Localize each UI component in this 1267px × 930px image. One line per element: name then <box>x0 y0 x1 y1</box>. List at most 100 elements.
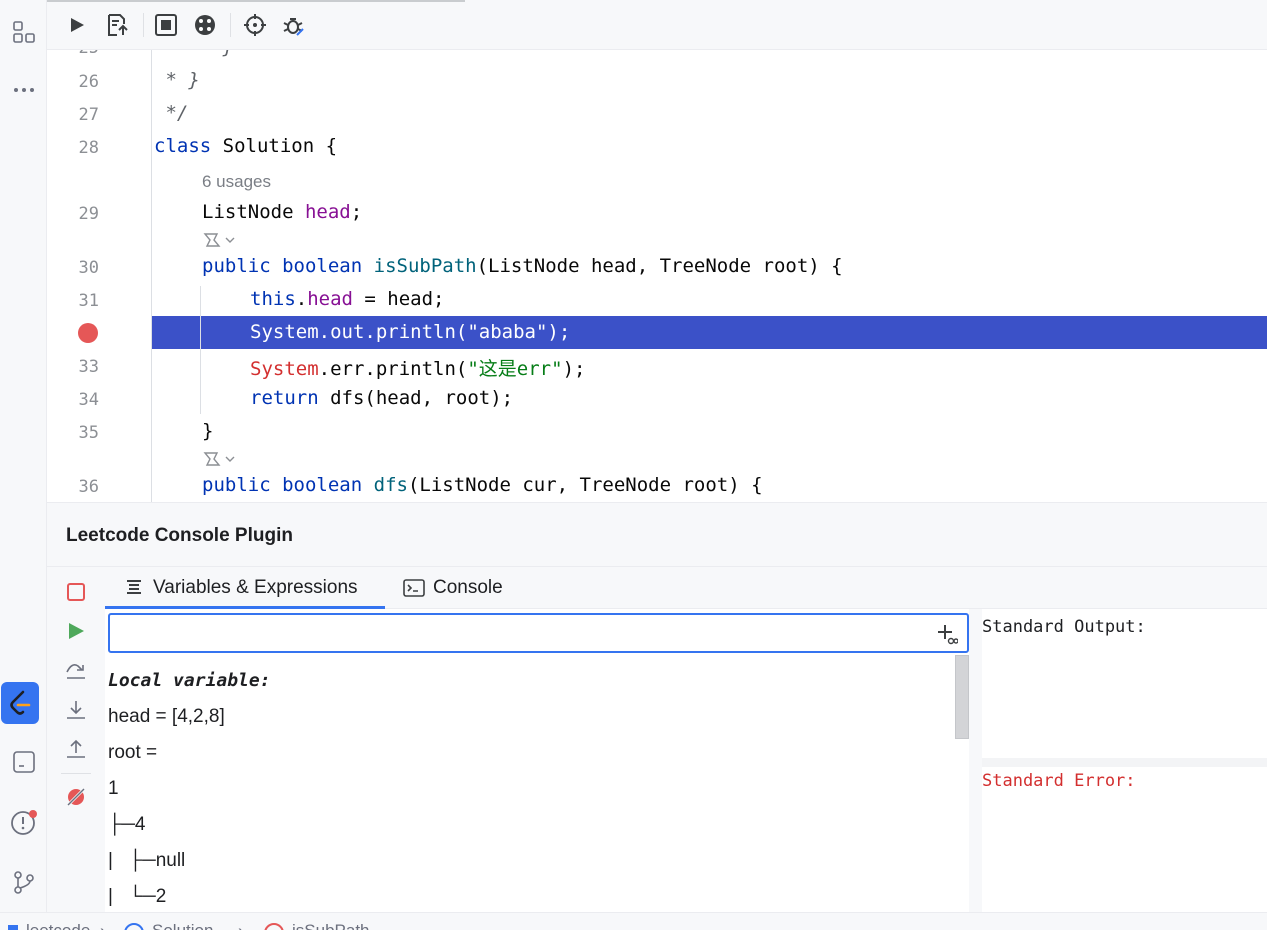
add-watch-icon[interactable] <box>935 622 959 646</box>
git-icon[interactable] <box>0 862 47 902</box>
field-name: head <box>307 288 353 310</box>
line-number: 29 <box>78 204 99 224</box>
breadcrumb-separator: › <box>100 921 106 930</box>
locate-icon[interactable] <box>241 11 269 39</box>
debug-icon[interactable] <box>279 11 307 39</box>
standard-error-area[interactable]: Standard Error: <box>982 767 1267 913</box>
stop-debug-icon[interactable] <box>61 577 91 607</box>
keyword: public <box>202 474 271 496</box>
usages-hint[interactable]: 6 usages <box>202 172 271 192</box>
status-bar-breadcrumbs: leetcode › Solution › isSubPath <box>0 912 1267 930</box>
console-icon <box>403 579 425 597</box>
code-line-31: this.head = head; <box>250 288 445 310</box>
variables-icon <box>127 580 141 594</box>
standard-error-label: Standard Error: <box>982 771 1136 791</box>
toolbar-accent-line <box>47 0 465 2</box>
tab-console[interactable]: Console <box>403 567 533 609</box>
tab-variables-expressions[interactable]: Variables & Expressions <box>105 567 385 609</box>
standard-output-label: Standard Output: <box>982 617 1146 637</box>
line-number: 27 <box>78 105 99 125</box>
indent-guide <box>200 286 201 414</box>
variable-line: root = <box>108 742 158 763</box>
field-name: head <box>304 201 351 223</box>
method-name: isSubPath <box>373 255 477 277</box>
code-line-26: * } <box>154 69 200 91</box>
variables-list[interactable]: Local variable: head = [4,2,8] root = 1 … <box>108 655 958 913</box>
project-structure-icon[interactable] <box>0 12 47 52</box>
class-icon <box>124 923 144 930</box>
side-separator <box>61 773 91 774</box>
code-line-25: * } <box>154 50 234 58</box>
keyword: boolean <box>282 474 363 496</box>
submit-icon[interactable] <box>103 11 131 39</box>
code-text: .err.println( <box>318 358 468 380</box>
code-text: ); <box>562 358 586 380</box>
variable-line: | └─2 <box>108 886 167 907</box>
variables-scrollbar[interactable] <box>955 655 969 739</box>
step-into-icon[interactable] <box>61 695 91 725</box>
code-line-35: } <box>202 420 214 442</box>
code-line-36: public boolean dfs(ListNode cur, TreeNod… <box>202 474 763 496</box>
plugin-icon[interactable] <box>191 11 219 39</box>
more-icon[interactable] <box>0 70 47 110</box>
string-literal: "这是err" <box>467 358 563 380</box>
problems-icon[interactable] <box>0 802 47 842</box>
tab-label: Console <box>433 577 503 598</box>
ai-assistant-icon[interactable] <box>202 450 238 468</box>
expression-input[interactable] <box>108 613 969 653</box>
keyword: this <box>250 288 296 310</box>
breadcrumb-method[interactable]: isSubPath <box>292 921 370 930</box>
keyword: public <box>202 255 271 277</box>
method-icon <box>264 923 284 930</box>
code-line-30: public boolean isSubPath(ListNode head, … <box>202 255 843 277</box>
code-text: dfs(head, root); <box>318 387 514 409</box>
toolbar-separator <box>143 13 144 37</box>
breakpoint-icon[interactable] <box>78 323 98 343</box>
package-icon <box>8 925 18 930</box>
stop-icon[interactable] <box>152 11 180 39</box>
keyword: boolean <box>282 255 363 277</box>
step-over-icon[interactable] <box>61 656 91 686</box>
toolbar-separator <box>230 13 231 37</box>
method-name: dfs <box>373 474 408 496</box>
line-number: 33 <box>78 357 99 377</box>
code-text: ListNode <box>202 201 305 223</box>
code-text: ; <box>350 201 363 223</box>
debug-toolbar <box>47 0 1267 50</box>
line-number: 36 <box>78 477 99 497</box>
output-divider <box>969 609 982 913</box>
code-line-33: System.err.println("这是err"); <box>250 354 585 381</box>
left-activity-strip <box>0 0 47 912</box>
leetcode-console-panel: Leetcode Console Plugin Variables & Expr… <box>47 502 1267 913</box>
keyword: return <box>250 387 319 409</box>
resume-icon[interactable] <box>61 616 91 646</box>
breadcrumb-package[interactable]: leetcode <box>26 921 90 930</box>
line-number: 30 <box>78 258 99 278</box>
breadcrumb-class[interactable]: Solution <box>152 921 213 930</box>
standard-output-area[interactable]: Standard Output: <box>982 613 1267 758</box>
code-line-28: class Solution { <box>154 135 337 157</box>
indent-guide <box>151 50 152 502</box>
terminal-icon[interactable] <box>0 742 47 782</box>
code-text: (ListNode head, TreeNode root) { <box>476 255 843 277</box>
ai-assistant-icon[interactable] <box>202 231 238 249</box>
mute-breakpoints-icon[interactable] <box>61 782 91 812</box>
code-line-29: ListNode head; <box>202 201 362 223</box>
code-line-27: */ <box>154 102 189 124</box>
breadcrumb-separator: › <box>238 921 244 930</box>
code-line-34: return dfs(head, root); <box>250 387 513 409</box>
code-editor[interactable]: 25 * } 26 * } 27 */ 28 class Solution { … <box>47 50 1267 502</box>
keyword: class <box>154 135 212 157</box>
code-text: = head; <box>352 288 445 310</box>
step-out-icon[interactable] <box>61 734 91 764</box>
variable-line: head = [4,2,8] <box>108 706 225 727</box>
variable-line: 1 <box>108 778 119 799</box>
debug-actions-bar <box>47 567 105 913</box>
variable-line: ├─4 <box>108 814 146 835</box>
line-number: 26 <box>78 72 99 92</box>
code-text: Solution { <box>211 135 338 157</box>
run-icon[interactable] <box>63 11 91 39</box>
line-number: 31 <box>78 291 99 311</box>
leetcode-plugin-icon[interactable] <box>1 682 39 724</box>
panel-title: Leetcode Console Plugin <box>66 525 293 546</box>
